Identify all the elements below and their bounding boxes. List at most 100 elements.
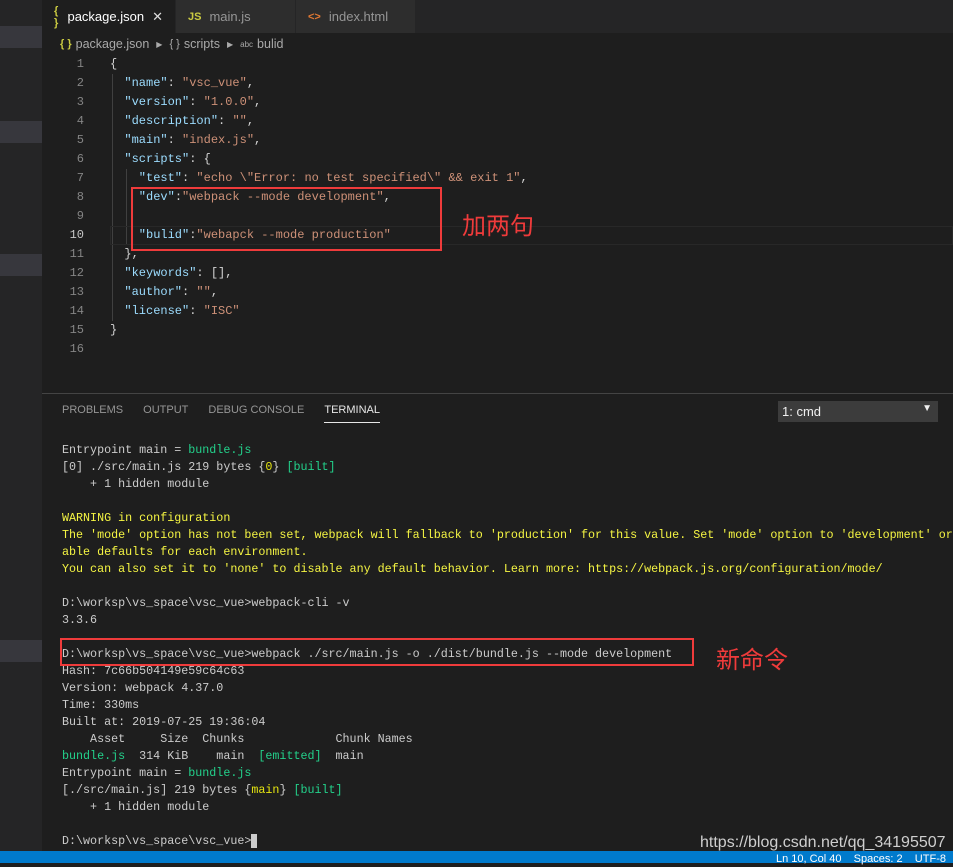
terminal-text: The 'mode' option has not been set, webp… <box>62 528 953 542</box>
terminal-text: Entrypoint main = <box>62 766 189 780</box>
highlight-box <box>131 187 442 251</box>
terminal-text: bundle.js <box>188 766 252 780</box>
code-line[interactable]: "version": "1.0.0", <box>110 93 261 112</box>
tab-package-json[interactable]: { } package.json ✕ <box>42 0 176 33</box>
chevron-right-icon: ▶ <box>226 39 234 49</box>
string-icon: abc <box>240 39 254 49</box>
tab-main-js[interactable]: JS main.js <box>176 0 296 33</box>
tab-output[interactable]: OUTPUT <box>143 404 188 423</box>
html-icon: <> <box>308 10 321 23</box>
code-line[interactable]: "author": "", <box>110 283 218 302</box>
terminal-text: Built at: 2019-07-25 19:36:04 <box>62 715 266 729</box>
code-token: "license" <box>110 304 190 318</box>
line-number: 6 <box>76 152 84 166</box>
code-line[interactable]: "description": "", <box>110 112 254 131</box>
terminal-text: D:\worksp\vs_space\vsc_vue> <box>62 834 252 848</box>
breadcrumb-file[interactable]: package.json <box>76 37 150 51</box>
terminal-text: able defaults for each environment. <box>62 545 308 559</box>
line-number: 8 <box>76 190 84 204</box>
code-token: "description" <box>110 114 219 128</box>
sidebar-highlight[interactable] <box>0 254 42 276</box>
status-bar: Ln 10, Col 40 Spaces: 2 UTF-8 <box>0 851 953 865</box>
code-line[interactable]: "test": "echo \"Error: no test specified… <box>110 169 528 188</box>
activity-sidebar <box>0 0 42 851</box>
terminal-text: } <box>272 460 287 474</box>
line-number: 12 <box>69 266 84 280</box>
code-line[interactable]: "scripts": { <box>110 150 210 169</box>
line-number: 2 <box>76 76 84 90</box>
terminal-line: [./src/main.js] 219 bytes {main} [built] <box>62 782 953 799</box>
terminal-select[interactable]: 1: cmd ▼ <box>778 401 938 422</box>
terminal-text: bundle.js <box>62 749 126 763</box>
code-line[interactable]: { <box>110 55 117 74</box>
code-line[interactable]: "license": "ISC" <box>110 302 240 321</box>
terminal-line: able defaults for each environment. <box>62 544 953 561</box>
tab-label: package.json <box>67 9 145 24</box>
code-token: : <box>182 171 197 185</box>
watermark: https://blog.csdn.net/qq_34195507 <box>700 834 946 851</box>
code-token: : <box>189 304 204 318</box>
sidebar-highlight[interactable] <box>0 26 42 48</box>
terminal-text: 3.3.6 <box>62 613 98 627</box>
terminal-cursor <box>251 833 258 848</box>
code-line[interactable]: "name": "vsc_vue", <box>110 74 254 93</box>
line-number: 5 <box>76 133 84 147</box>
terminal-line: 3.3.6 <box>62 612 953 629</box>
terminal-text: You can also set it to 'none' to disable… <box>62 562 883 576</box>
terminal-line: + 1 hidden module <box>62 476 953 493</box>
terminal-text: bundle.js <box>188 443 252 457</box>
code-token: "" <box>232 114 247 128</box>
code-token: "keywords" <box>110 266 197 280</box>
code-token: "" <box>196 285 211 299</box>
tab-debug-console[interactable]: DEBUG CONSOLE <box>208 404 304 423</box>
sidebar-highlight[interactable] <box>0 640 42 662</box>
line-number: 10 <box>69 228 84 242</box>
terminal-text: Hash: 7c66b504149e59c64c63 <box>62 664 245 678</box>
chevron-down-icon: ▼ <box>922 403 932 414</box>
code-token: : <box>167 133 183 147</box>
tab-label: main.js <box>209 9 251 24</box>
editor-tabs: { } package.json ✕ JS main.js <> index.h… <box>42 0 953 33</box>
annotation-new-command: 新命令 <box>716 646 788 674</box>
terminal-line: Time: 330ms <box>62 697 953 714</box>
json-icon: { } <box>54 4 59 29</box>
code-line[interactable]: "main": "index.js", <box>110 131 261 150</box>
tab-terminal[interactable]: TERMINAL <box>324 404 380 423</box>
line-number: 1 <box>76 57 84 71</box>
sidebar-highlight[interactable] <box>0 121 42 143</box>
terminal-text: WARNING in configuration <box>62 511 231 525</box>
code-token: "echo \"Error: no test specified\" && ex… <box>196 171 521 185</box>
bottom-panel: PROBLEMS OUTPUT DEBUG CONSOLE TERMINAL 1… <box>42 393 953 851</box>
terminal-line: D:\worksp\vs_space\vsc_vue>webpack-cli -… <box>62 595 953 612</box>
tab-problems[interactable]: PROBLEMS <box>62 404 123 423</box>
terminal-line: Entrypoint main = bundle.js <box>62 765 953 782</box>
json-icon: { } <box>60 38 72 50</box>
terminal-text: main <box>251 783 280 797</box>
code-line[interactable]: "keywords": [], <box>110 264 232 283</box>
terminal-text: [built] <box>293 783 343 797</box>
terminal-line: Entrypoint main = bundle.js <box>62 442 953 459</box>
breadcrumb: { } package.json ▶ { } scripts ▶ abc bul… <box>42 35 283 53</box>
terminal-line: The 'mode' option has not been set, webp… <box>62 527 953 544</box>
code-token: : <box>167 76 183 90</box>
chevron-right-icon: ▶ <box>156 39 163 49</box>
tab-label: index.html <box>328 9 389 24</box>
code-token: "main" <box>110 133 168 147</box>
terminal-text: [0] ./src/main.js 219 bytes { <box>62 460 266 474</box>
terminal-select-value: 1: cmd <box>782 404 822 419</box>
close-icon[interactable]: ✕ <box>152 9 163 25</box>
terminal-text: [./src/main.js] 219 bytes { <box>62 783 252 797</box>
breadcrumb-bulid[interactable]: bulid <box>257 37 283 51</box>
code-token: : <box>189 95 204 109</box>
code-token: "ISC" <box>203 304 240 318</box>
breadcrumb-scripts[interactable]: scripts <box>184 37 220 51</box>
terminal-line: WARNING in configuration <box>62 510 953 527</box>
tab-index-html[interactable]: <> index.html <box>296 0 416 33</box>
code-token: "1.0.0" <box>203 95 255 109</box>
terminal-text: D:\worksp\vs_space\vsc_vue>webpack-cli -… <box>62 596 350 610</box>
code-token: "author" <box>110 285 183 299</box>
terminal-text: Entrypoint main = <box>62 443 189 457</box>
code-line[interactable]: } <box>110 321 117 340</box>
